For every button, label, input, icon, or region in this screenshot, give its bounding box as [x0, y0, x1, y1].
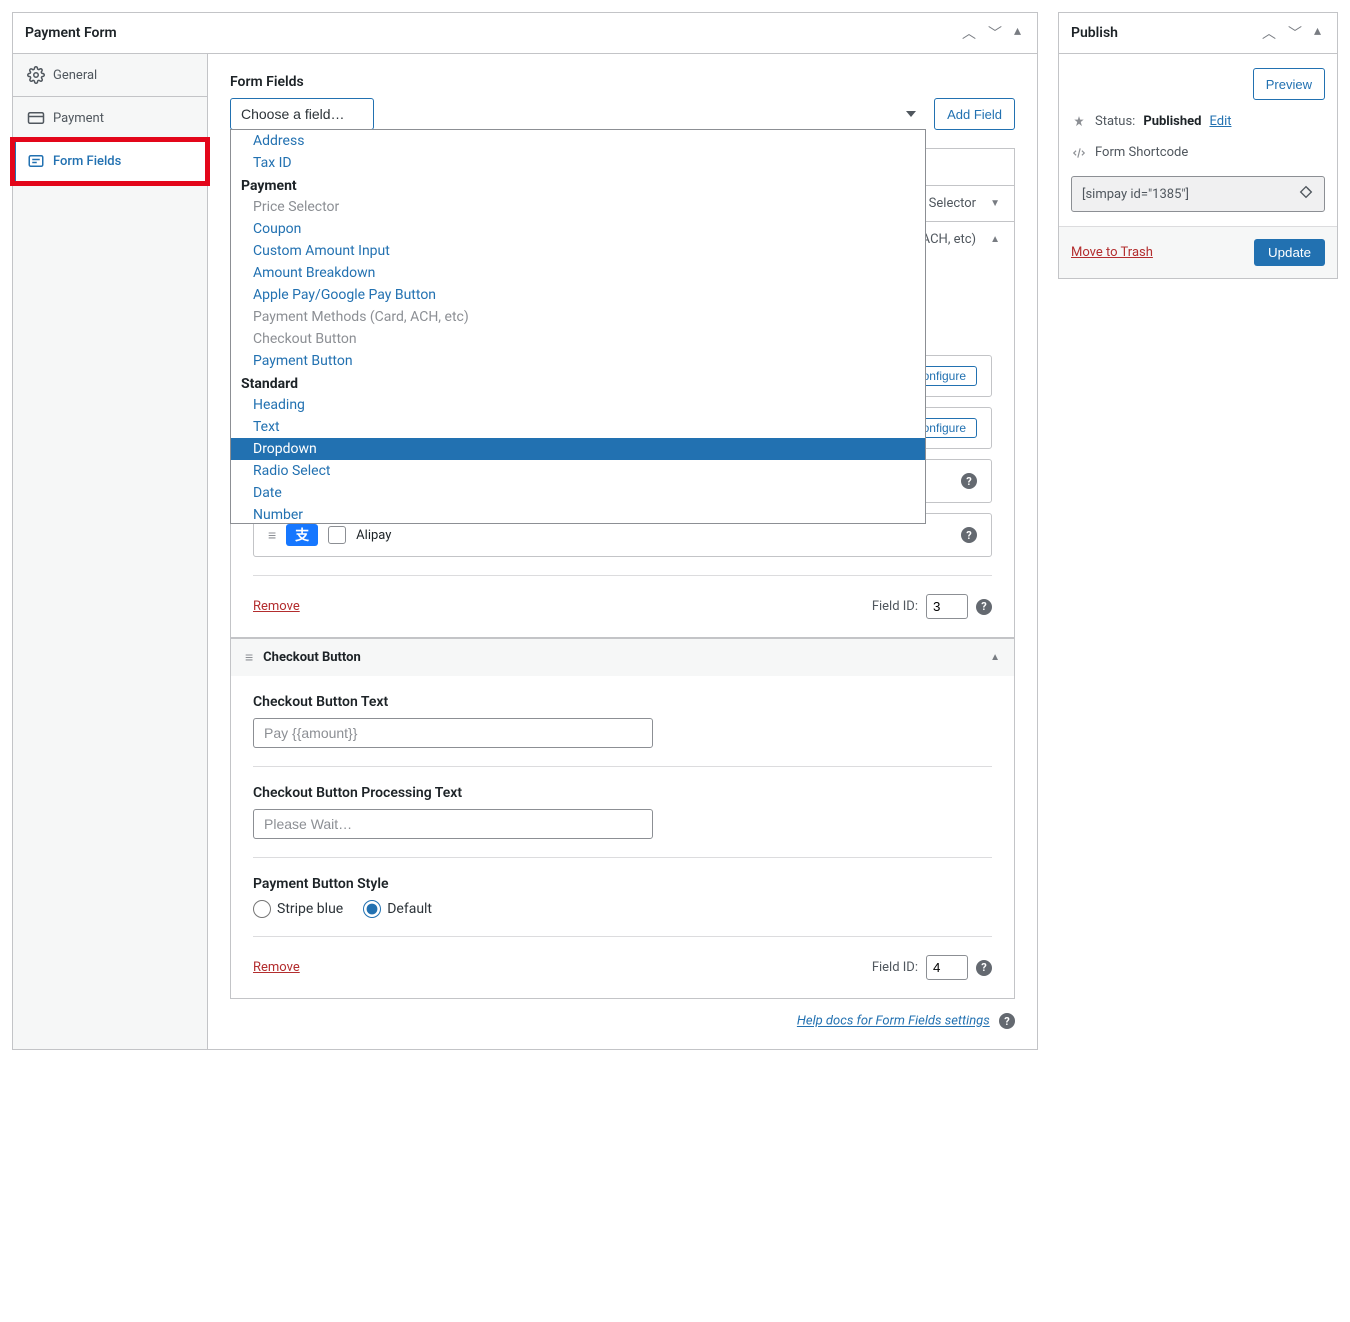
tab-form-fields[interactable]: Form Fields — [13, 140, 207, 183]
dropdown-item[interactable]: Address — [231, 130, 925, 152]
remove-link[interactable]: Remove — [253, 599, 300, 614]
dropdown-item[interactable]: Dropdown — [231, 438, 925, 460]
dropdown-item: Payment Methods (Card, ACH, etc) — [231, 306, 925, 328]
drag-handle-icon[interactable]: ≡ — [268, 527, 276, 544]
checkout-panel: Checkout Button Text Checkout Button Pro… — [230, 676, 1015, 999]
dropdown-item[interactable]: Apple Pay/Google Pay Button — [231, 284, 925, 306]
radio-stripe-blue[interactable]: Stripe blue — [253, 900, 343, 918]
dropdown-item[interactable]: Text — [231, 416, 925, 438]
main-panel-title: Payment Form — [25, 25, 117, 41]
shortcode-box: [simpay id="1385"] — [1071, 176, 1325, 212]
help-icon[interactable]: ? — [976, 599, 992, 615]
chevron-up-icon[interactable]: ▲ — [990, 652, 1000, 663]
dropdown-item[interactable]: Date — [231, 482, 925, 504]
radio-default[interactable]: Default — [363, 900, 432, 918]
dropdown-item[interactable]: Number — [231, 504, 925, 524]
copy-icon[interactable] — [1298, 184, 1314, 204]
dropdown-item: Checkout Button — [231, 328, 925, 350]
dropdown-item[interactable]: Heading — [231, 394, 925, 416]
pin-icon — [1071, 115, 1087, 129]
main-panel-header: Payment Form ︿ ﹀ ▴ — [13, 13, 1037, 54]
choose-field-select[interactable]: Choose a field… — [230, 98, 374, 130]
panel-up-icon[interactable]: ︿ — [958, 21, 980, 45]
field-id-input[interactable] — [926, 955, 968, 980]
alipay-badge-icon: 支 — [286, 524, 318, 546]
field-id-label: Field ID: — [872, 599, 918, 614]
alipay-label: Alipay — [356, 528, 391, 543]
row-checkout-button[interactable]: ≡ Checkout Button ▲ — [230, 638, 1015, 677]
remove-link[interactable]: Remove — [253, 960, 300, 975]
preview-button[interactable]: Preview — [1253, 68, 1325, 100]
field-id-input[interactable] — [926, 594, 968, 619]
panel-down-icon[interactable]: ﹀ — [1284, 21, 1306, 45]
form-fields-heading: Form Fields — [230, 74, 1015, 90]
checkout-text-input[interactable] — [253, 718, 653, 748]
edit-status-link[interactable]: Edit — [1209, 114, 1231, 129]
dropdown-item[interactable]: Coupon — [231, 218, 925, 240]
chevron-down-icon[interactable]: ▼ — [990, 198, 1000, 209]
dropdown-item: Price Selector — [231, 196, 925, 218]
drag-handle-icon[interactable]: ≡ — [245, 649, 253, 666]
dropdown-item[interactable]: Amount Breakdown — [231, 262, 925, 284]
radio-stripe-blue-input[interactable] — [253, 900, 271, 918]
checkout-processing-input[interactable] — [253, 809, 653, 839]
move-to-trash-link[interactable]: Move to Trash — [1071, 245, 1153, 260]
shortcode-label: Form Shortcode — [1095, 145, 1188, 160]
gear-icon — [27, 66, 45, 84]
panel-toggle-icon[interactable]: ▴ — [1310, 21, 1325, 45]
dropdown-item[interactable]: Custom Amount Input — [231, 240, 925, 262]
radio-default-input[interactable] — [363, 900, 381, 918]
dropdown-item[interactable]: Radio Select — [231, 460, 925, 482]
dropdown-item[interactable]: Payment Button — [231, 350, 925, 372]
choose-field-dropdown[interactable]: AddressTax IDPaymentPrice SelectorCoupon… — [230, 129, 926, 524]
dropdown-group-label: Payment — [231, 174, 925, 196]
form-icon — [27, 152, 45, 170]
help-icon[interactable]: ? — [999, 1013, 1015, 1029]
panel-toggle-icon[interactable]: ▴ — [1010, 21, 1025, 45]
panel-down-icon[interactable]: ﹀ — [984, 21, 1006, 45]
payment-button-style-label: Payment Button Style — [253, 876, 992, 892]
tab-payment[interactable]: Payment — [13, 97, 207, 140]
chevron-up-icon[interactable]: ▲ — [990, 234, 1000, 245]
tab-payment-label: Payment — [53, 111, 104, 126]
dropdown-group-label: Standard — [231, 372, 925, 394]
tab-general[interactable]: General — [13, 54, 207, 97]
help-docs-link[interactable]: Help docs for Form Fields settings — [797, 1014, 990, 1029]
panel-up-icon[interactable]: ︿ — [1258, 21, 1280, 45]
row-checkout-button-label: Checkout Button — [263, 650, 361, 665]
status-label: Status: — [1095, 114, 1135, 129]
help-icon[interactable]: ? — [961, 527, 977, 543]
tab-form-fields-label: Form Fields — [53, 154, 121, 169]
help-icon[interactable]: ? — [976, 960, 992, 976]
publish-title: Publish — [1071, 25, 1118, 41]
card-icon — [27, 109, 45, 127]
dropdown-item[interactable]: Tax ID — [231, 152, 925, 174]
checkout-processing-label: Checkout Button Processing Text — [253, 785, 992, 801]
alipay-checkbox[interactable] — [328, 526, 346, 544]
help-icon[interactable]: ? — [961, 473, 977, 489]
tab-general-label: General — [53, 68, 97, 83]
publish-header: Publish ︿ ﹀ ▴ — [1059, 13, 1337, 54]
update-button[interactable]: Update — [1254, 239, 1325, 266]
checkout-text-label: Checkout Button Text — [253, 694, 992, 710]
code-icon — [1071, 146, 1087, 160]
field-id-label: Field ID: — [872, 960, 918, 975]
add-field-button[interactable]: Add Field — [934, 98, 1015, 130]
status-value: Published — [1143, 114, 1201, 129]
tabs-sidebar: General Payment Form Fields — [13, 54, 208, 1049]
shortcode-value: [simpay id="1385"] — [1082, 187, 1189, 202]
